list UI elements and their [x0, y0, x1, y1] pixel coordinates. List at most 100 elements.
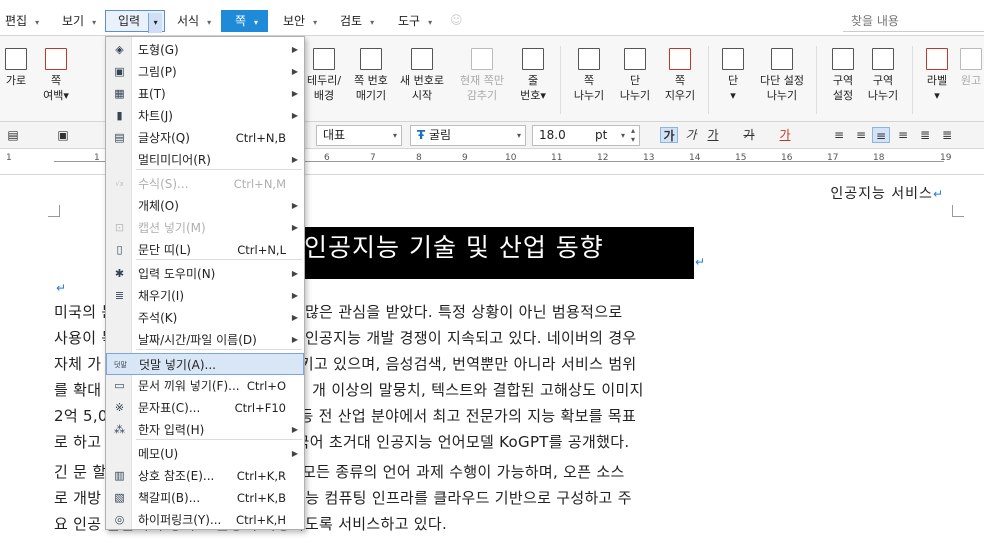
align-left-icon[interactable]: ≡ [852, 127, 870, 143]
menu-insert[interactable]: 입력 ▾ [105, 10, 166, 33]
page-number-icon [360, 48, 382, 70]
menu-item[interactable]: ⁂ 한자 입력(H) ▶ [106, 419, 304, 441]
button-label: 새 번호로 시작 [400, 74, 444, 102]
button-label: 테두리/ 배경 [306, 74, 342, 102]
menu-item[interactable]: ▧ 책갈피(B)... Ctrl+K,B [106, 487, 304, 509]
menu-item-label: 책갈피(B)... [138, 491, 201, 505]
menu-item[interactable]: ▤ 글상자(Q) Ctrl+N,B [106, 127, 304, 149]
menu-item[interactable]: ≣ 채우기(I) ▶ [106, 285, 304, 307]
chevron-right-icon: ▶ [291, 313, 298, 322]
ruby-text-icon: 덧말 [114, 361, 127, 369]
ruler-tick: 7 [370, 153, 376, 163]
menu-review[interactable]: 검토 ▾ [340, 10, 374, 32]
ruler-tick: 13 [643, 153, 655, 163]
menu-item[interactable]: 주석(K) ▶ [106, 307, 304, 329]
save-icon[interactable]: ▤ [4, 127, 22, 143]
page-break-button[interactable]: 쪽 나누기 [570, 44, 608, 103]
menu-item[interactable]: 멀티미디어(R) ▶ [106, 149, 304, 171]
shape-icon: ◈ [115, 43, 124, 56]
menu-edit[interactable]: 편집 ▾ [5, 10, 39, 32]
spin-icon[interactable]: ▴ ▾ [631, 126, 635, 144]
bold-button[interactable]: 가 [660, 127, 678, 143]
chevron-down-icon: ▾ [92, 18, 97, 27]
font-size-input[interactable]: 18.0 pt ▾ ▴ ▾ [532, 125, 640, 146]
page-break-icon [578, 48, 600, 70]
menu-item[interactable]: ▭ 문서 끼워 넣기(F)... Ctrl+O [106, 375, 304, 397]
section-break-icon [872, 48, 894, 70]
ruler-tick: 8 [416, 153, 422, 163]
distribute-icon[interactable]: ≣ [916, 127, 934, 143]
section-settings-button[interactable]: 구역 설정 [824, 44, 862, 103]
delete-page-button[interactable]: 쪽 지우기 [660, 44, 700, 103]
button-label: 원고 [960, 74, 982, 87]
label-button[interactable]: 라벨 ▾ [920, 44, 954, 103]
strike-button[interactable]: 가 [740, 127, 758, 143]
chevron-down-icon: ▾ [370, 18, 375, 27]
menu-item-label: 입력 도우미(N) [138, 267, 216, 281]
align-right-icon[interactable]: ≡ [894, 127, 912, 143]
manuscript-button[interactable]: 원고 [958, 44, 984, 88]
column-break-button[interactable]: 단 나누기 [616, 44, 654, 103]
menu-security[interactable]: 보안 ▾ [283, 10, 317, 32]
menu-item[interactable]: ◈ 도형(G) ▶ [106, 39, 304, 61]
menu-tools[interactable]: 도구 ▾ [398, 10, 432, 32]
hide-current-page-button[interactable]: 현재 쪽만 감추기 [454, 44, 510, 103]
print-icon[interactable]: ▣ [54, 127, 72, 143]
button-label: 단 나누기 [619, 74, 651, 102]
restart-numbering-button[interactable]: 새 번호로 시작 [396, 44, 448, 103]
section-settings-icon [832, 48, 854, 70]
multi-column-break-button[interactable]: 다단 설정 나누기 [756, 44, 808, 103]
menu-item[interactable]: ※ 문자표(C)... Ctrl+F10 [106, 397, 304, 419]
orientation-landscape-button[interactable]: 가로 [2, 44, 30, 88]
chevron-down-icon[interactable]: ▾ [148, 13, 163, 33]
menu-item[interactable]: 날짜/시간/파일 이름(D) ▶ [106, 329, 304, 351]
menu-page[interactable]: 쪽 ▾ [221, 10, 269, 32]
page-numbering-button[interactable]: 쪽 번호 매기기 [348, 44, 394, 103]
menu-item[interactable]: ▥ 상호 참조(E)... Ctrl+K,R [106, 465, 304, 487]
menu-format[interactable]: 서식 ▾ [177, 10, 211, 32]
menu-review-label: 검토 [340, 14, 363, 28]
menu-item-label: 차트(J) [138, 109, 173, 123]
line-number-button[interactable]: 줄 번호▾ [516, 44, 550, 103]
align-justify-icon[interactable]: ≡ [830, 127, 848, 143]
insert-menu: ◈ 도형(G) ▶ ▣ 그림(P) ▶ ▦ 표(T) ▶ ▮ 차트(J) ▶ ▤ 글상자(Q) Ctrl+N… [105, 36, 305, 530]
menu-page-label: 쪽 [235, 14, 247, 28]
menu-item[interactable]: ▮ 차트(J) ▶ [106, 105, 304, 127]
button-label: 가로 [5, 74, 27, 87]
paragraph-mark-icon: ↵ [56, 281, 67, 295]
menu-item-label: 도형(G) [138, 43, 179, 57]
align-center-icon[interactable]: ≡ [872, 127, 890, 143]
border-icon [313, 48, 335, 70]
menu-item[interactable]: ▦ 표(T) ▶ [106, 83, 304, 105]
font-color-button[interactable]: 가 [776, 127, 794, 143]
border-background-button[interactable]: 테두리/ 배경 [300, 44, 348, 103]
underline-button[interactable]: 가 [704, 127, 722, 143]
menu-item-label: 캡션 넣기(M) [138, 221, 206, 235]
split-icon[interactable]: ≣ [938, 127, 956, 143]
italic-button[interactable]: 가 [682, 127, 700, 143]
menu-item[interactable]: ▯ 문단 띠(L) Ctrl+N,L [106, 239, 304, 261]
menu-item[interactable]: ◎ 하이퍼링크(Y)... Ctrl+K,H [106, 509, 304, 531]
chevron-right-icon: ▶ [291, 291, 298, 300]
menu-item[interactable]: ✱ 입력 도우미(N) ▶ [106, 263, 304, 285]
menu-item[interactable]: 덧말 덧말 넣기(A)... [106, 353, 304, 375]
section-break-button[interactable]: 구역 나누기 [864, 44, 902, 103]
button-label: 쪽 나누기 [573, 74, 605, 102]
find-input[interactable] [843, 10, 984, 32]
landscape-icon [5, 48, 27, 70]
columns-button[interactable]: 단 ▾ [716, 44, 750, 103]
page-margin-button[interactable]: 쪽 여백▾ [36, 44, 76, 103]
menu-item[interactable]: 메모(U) ▶ [106, 443, 304, 465]
menu-view[interactable]: 보기 ▾ [62, 10, 96, 32]
page-header-text: 인공지능 서비스 [830, 186, 933, 202]
menu-item-label: 채우기(I) [138, 289, 185, 303]
font-select[interactable]: Ŧ 굴림 ▾ [410, 125, 526, 146]
menu-item-shortcut: Ctrl+N,L [237, 243, 286, 257]
menu-item-label: 하이퍼링크(Y)... [138, 513, 222, 527]
chevron-down-icon: ▾ [313, 18, 318, 27]
menu-item-shortcut: Ctrl+N,M [233, 177, 286, 191]
ruler-tick: 1 [94, 153, 100, 163]
style-select[interactable]: 대표 ▾ [316, 125, 402, 146]
menu-item[interactable]: 개체(O) ▶ [106, 195, 304, 217]
menu-item[interactable]: ▣ 그림(P) ▶ [106, 61, 304, 83]
